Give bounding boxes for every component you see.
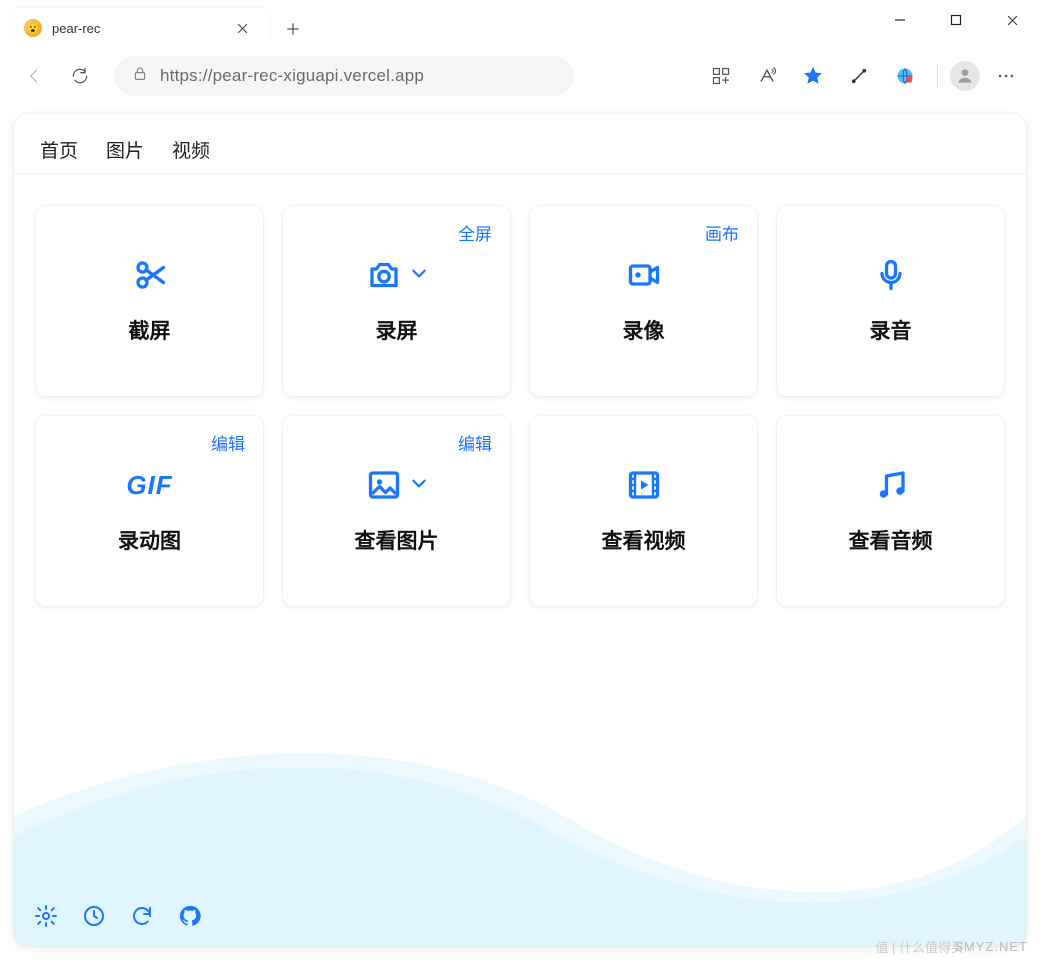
card-label: 录屏: [376, 315, 418, 345]
card-label: 截屏: [129, 315, 171, 345]
card-badge[interactable]: 编辑: [211, 430, 245, 455]
card-screenshot[interactable]: 截屏: [36, 206, 263, 396]
card-badge[interactable]: 编辑: [458, 430, 492, 455]
more-menu-icon[interactable]: [986, 56, 1026, 96]
card-view-video[interactable]: 查看视频: [530, 416, 757, 606]
apps-icon[interactable]: [701, 56, 741, 96]
browser-toolbar: https://pear-rec-xiguapi.vercel.app: [0, 48, 1040, 104]
window-controls: [872, 0, 1040, 40]
maximize-button[interactable]: [928, 0, 984, 40]
watermark: SMYZ.NET: [954, 939, 1028, 954]
tab-title: pear-rec: [52, 21, 220, 36]
chevron-down-icon[interactable]: [410, 474, 428, 497]
refresh-button[interactable]: [60, 56, 100, 96]
lock-icon: [132, 66, 148, 87]
address-bar[interactable]: https://pear-rec-xiguapi.vercel.app: [114, 56, 574, 96]
card-label: 录动图: [118, 525, 181, 555]
extension-1-icon[interactable]: [839, 56, 879, 96]
browser-titlebar: 😮 pear-rec: [0, 0, 1040, 48]
card-label: 录像: [623, 315, 665, 345]
app-container: 首页 图片 视频 截屏 全屏 录屏: [14, 114, 1026, 946]
gif-icon: GIF: [126, 467, 172, 503]
profile-avatar[interactable]: [950, 61, 980, 91]
scissors-icon: [132, 257, 168, 293]
image-icon: [366, 467, 428, 503]
tab-favicon-icon: 😮: [24, 19, 42, 37]
read-aloud-icon[interactable]: [747, 56, 787, 96]
app-footer: [14, 888, 1026, 946]
card-record-gif[interactable]: 编辑 GIF 录动图: [36, 416, 263, 606]
url-text: https://pear-rec-xiguapi.vercel.app: [160, 66, 424, 86]
video-camera-icon: [626, 257, 662, 293]
card-label: 查看图片: [355, 525, 439, 555]
chevron-down-icon[interactable]: [410, 264, 428, 287]
card-grid: 截屏 全屏 录屏 画布 录像: [14, 174, 1026, 624]
card-record-audio[interactable]: 录音: [777, 206, 1004, 396]
nav-item-image[interactable]: 图片: [106, 136, 144, 163]
browser-tab[interactable]: 😮 pear-rec: [10, 8, 270, 48]
card-view-audio[interactable]: 查看音频: [777, 416, 1004, 606]
toolbar-divider: [937, 65, 938, 87]
nav-item-video[interactable]: 视频: [172, 136, 210, 163]
film-play-icon: [626, 467, 662, 503]
new-tab-button[interactable]: [276, 12, 310, 46]
tab-close-button[interactable]: [230, 16, 254, 40]
minimize-button[interactable]: [872, 0, 928, 40]
card-record-video[interactable]: 画布 录像: [530, 206, 757, 396]
nav-item-home[interactable]: 首页: [40, 136, 78, 163]
browser-viewport: 首页 图片 视频 截屏 全屏 录屏: [0, 104, 1040, 960]
history-button[interactable]: [80, 902, 108, 930]
favorite-star-icon[interactable]: [793, 56, 833, 96]
watermark-2: 值 | 什么值得买: [875, 937, 964, 956]
card-label: 查看视频: [602, 525, 686, 555]
card-badge[interactable]: 画布: [705, 220, 739, 245]
card-view-image[interactable]: 编辑 查看图片: [283, 416, 510, 606]
app-nav: 首页 图片 视频: [14, 114, 1026, 174]
extension-2-icon[interactable]: [885, 56, 925, 96]
card-label: 录音: [870, 315, 912, 345]
mic-icon: [873, 257, 909, 293]
card-label: 查看音频: [849, 525, 933, 555]
close-window-button[interactable]: [984, 0, 1040, 40]
sync-button[interactable]: [128, 902, 156, 930]
music-note-icon: [873, 467, 909, 503]
github-button[interactable]: [176, 902, 204, 930]
card-record-screen[interactable]: 全屏 录屏: [283, 206, 510, 396]
camera-icon: [366, 257, 428, 293]
settings-button[interactable]: [32, 902, 60, 930]
back-button[interactable]: [14, 56, 54, 96]
card-badge[interactable]: 全屏: [458, 220, 492, 245]
